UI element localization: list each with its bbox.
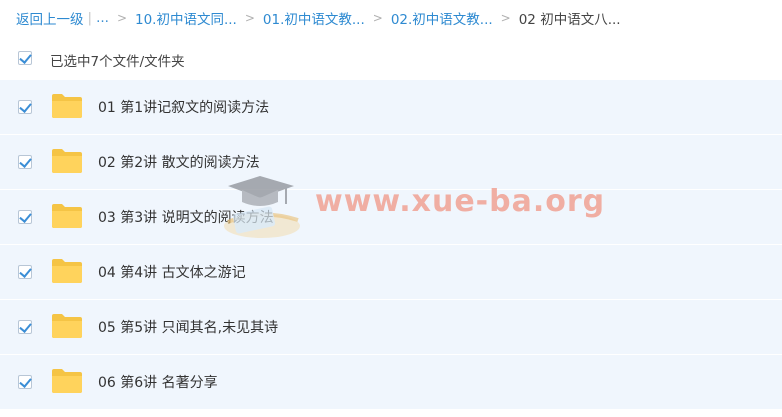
chevron-right-icon: > [116,11,127,25]
list-item[interactable]: 03 第3讲 说明文的阅读方法 [0,190,782,245]
chevron-right-icon: > [500,11,511,25]
folder-icon [52,259,82,283]
list-item[interactable]: 05 第5讲 只闻其名,未见其诗 [0,300,782,355]
file-browser: 返回上一级 | ... > 10.初中语文同... > 01.初中语文教... … [0,0,782,417]
breadcrumb: 返回上一级 | ... > 10.初中语文同... > 01.初中语文教... … [16,8,621,28]
list-item[interactable]: 02 第2讲 散文的阅读方法 [0,135,782,190]
chevron-right-icon: > [372,11,383,25]
list-item[interactable]: 01 第1讲记叙文的阅读方法 [0,80,782,135]
folder-icon [52,94,82,118]
folder-icon [52,204,82,228]
file-name[interactable]: 01 第1讲记叙文的阅读方法 [98,97,269,117]
row-checkbox[interactable] [18,375,32,389]
row-checkbox[interactable] [18,100,32,114]
selection-bar: 已选中7个文件/文件夹 [0,44,782,72]
breadcrumb-item[interactable]: 01.初中语文教... [263,8,365,28]
folder-icon [52,314,82,338]
file-list: 01 第1讲记叙文的阅读方法 02 第2讲 散文的阅读方法 03 第3讲 说明文… [0,80,782,410]
file-name[interactable]: 04 第4讲 古文体之游记 [98,262,246,282]
list-item[interactable]: 04 第4讲 古文体之游记 [0,245,782,300]
list-item[interactable]: 06 第6讲 名著分享 [0,355,782,410]
file-name[interactable]: 06 第6讲 名著分享 [98,372,218,392]
row-checkbox[interactable] [18,320,32,334]
folder-icon [52,369,82,393]
folder-icon [52,149,82,173]
breadcrumb-current: 02 初中语文八... [518,12,621,28]
chevron-right-icon: > [244,11,255,25]
breadcrumb-item[interactable]: 02.初中语文教... [391,8,493,28]
breadcrumb-ellipsis[interactable]: ... [96,10,109,26]
select-all-checkbox[interactable] [18,51,32,65]
file-name[interactable]: 03 第3讲 说明文的阅读方法 [98,207,274,227]
back-link[interactable]: 返回上一级 [16,8,84,28]
file-name[interactable]: 02 第2讲 散文的阅读方法 [98,152,260,172]
breadcrumb-divider: | [87,10,93,26]
row-checkbox[interactable] [18,265,32,279]
breadcrumb-item[interactable]: 10.初中语文同... [135,8,237,28]
file-name[interactable]: 05 第5讲 只闻其名,未见其诗 [98,317,278,337]
row-checkbox[interactable] [18,155,32,169]
row-checkbox[interactable] [18,210,32,224]
selection-count: 已选中7个文件/文件夹 [50,54,185,70]
